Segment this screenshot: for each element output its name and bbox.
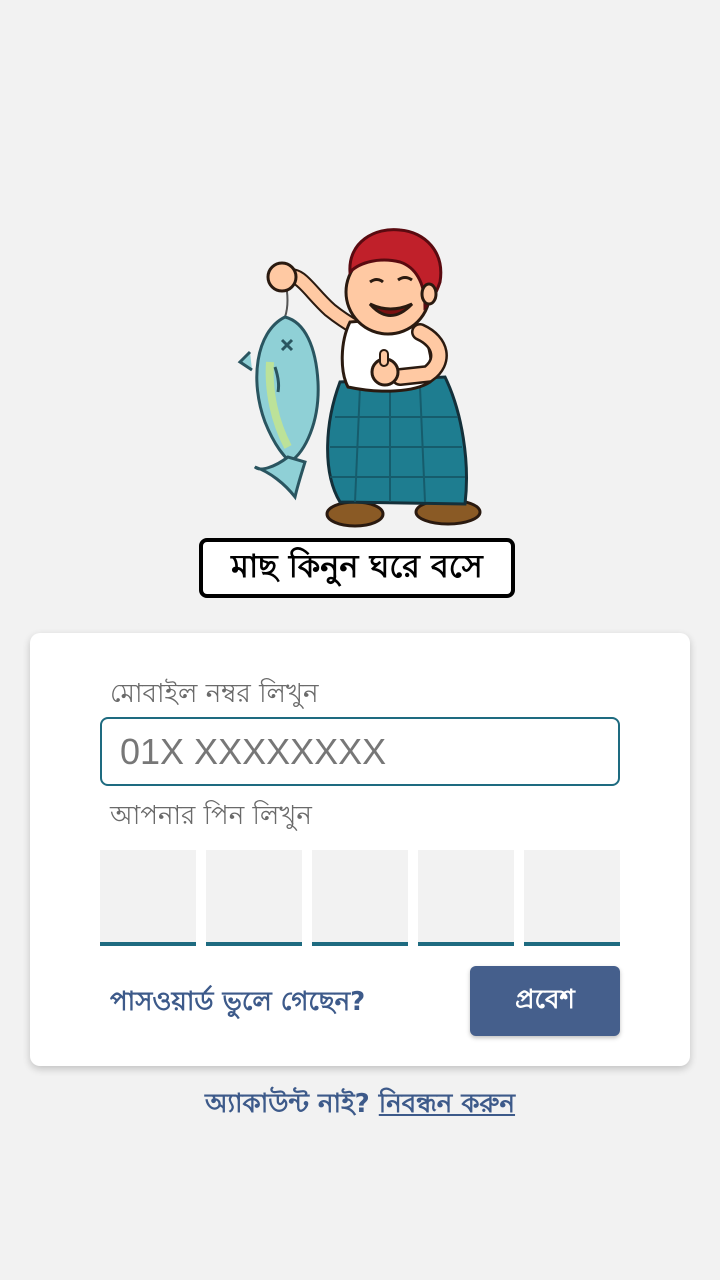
forgot-password-link[interactable]: পাসওয়ার্ড ভুলে গেছেন? bbox=[110, 981, 365, 1025]
pin-digit-4[interactable] bbox=[418, 850, 514, 946]
signup-row: অ্যাকাউন্ট নাই? নিবন্ধন করুন bbox=[0, 1083, 720, 1127]
login-card: মোবাইল নম্বর লিখুন আপনার পিন লিখুন পাসওয… bbox=[30, 633, 690, 1066]
pin-digit-2[interactable] bbox=[206, 850, 302, 946]
pin-digit-1[interactable] bbox=[100, 850, 196, 946]
pin-digit-5[interactable] bbox=[524, 850, 620, 946]
fisherman-mascot-illustration bbox=[237, 228, 482, 528]
mobile-number-label: মোবাইল নম্বর লিখুন bbox=[110, 679, 319, 709]
login-screen: মাছ কিনুন ঘরে বসে মোবাইল নম্বর লিখুন আপন… bbox=[0, 0, 720, 1280]
signup-prompt: অ্যাকাউন্ট নাই? bbox=[204, 1089, 370, 1119]
pin-digit-3[interactable] bbox=[312, 850, 408, 946]
mobile-number-input[interactable] bbox=[100, 717, 620, 786]
pin-input-group bbox=[100, 850, 620, 946]
tagline-banner: মাছ কিনুন ঘরে বসে bbox=[199, 538, 515, 598]
login-button[interactable]: প্রবেশ bbox=[470, 966, 620, 1036]
signup-link[interactable]: নিবন্ধন করুন bbox=[379, 1089, 515, 1119]
pin-label: আপনার পিন লিখুন bbox=[110, 801, 312, 831]
